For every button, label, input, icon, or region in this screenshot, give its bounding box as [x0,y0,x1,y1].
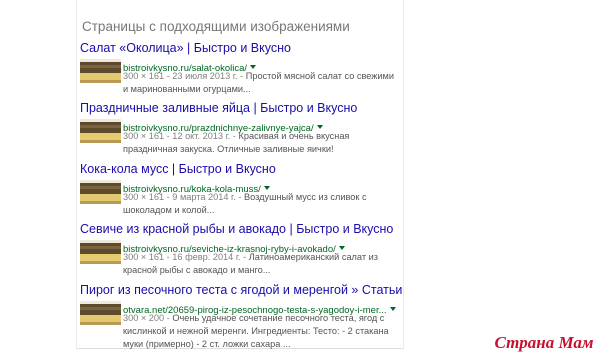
section-title: Страницы с подходящими изображениями [82,19,350,34]
chevron-down-icon[interactable] [316,125,323,129]
chevron-down-icon[interactable] [250,65,257,69]
result-thumbnail[interactable] [80,59,121,83]
result-snippet: 300 × 161 - 12 окт. 2013 г. - Красивая и… [123,130,398,156]
result-url-row: bistroivkysno.ru/prazdnichnye-zalivnye-y… [123,118,323,134]
result-item: Севиче из красной рыбы и авокадо | Быстр… [80,222,402,279]
result-title-link[interactable]: Севиче из красной рыбы и авокадо | Быстр… [80,222,402,237]
result-thumbnail[interactable] [80,180,121,204]
chevron-down-icon[interactable] [263,186,270,190]
result-snippet: 300 × 161 - 9 марта 2014 г. - Воздушный … [123,191,398,217]
result-meta: 300 × 161 - 9 марта 2014 г. - [123,192,242,202]
result-url-row: bistroivkysno.ru/koka-kola-muss/ [123,179,270,195]
result-thumbnail[interactable] [80,119,121,143]
result-snippet: 300 × 161 - 23 июля 2013 г. - Простой мя… [123,70,398,96]
result-snippet: 300 × 200 - Очень удачное сочетание песо… [123,312,398,351]
result-url-row: bistroivkysno.ru/salat-okolica/ [123,58,257,74]
result-title-link[interactable]: Праздничные заливные яйца | Быстро и Вку… [80,101,402,116]
result-title-link[interactable]: Пирог из песочного теста с ягодой и мере… [80,283,402,298]
chevron-down-icon[interactable] [338,246,345,250]
svg-text:Страна Мам: Страна Мам [494,333,593,352]
result-meta: 300 × 161 - 23 июля 2013 г. - [123,71,244,81]
result-snippet: 300 × 161 - 16 февр. 2014 г. - Латиноаме… [123,251,398,277]
result-item: Кока-кола мусс | Быстро и Вкусно bistroi… [80,162,402,219]
result-item: Салат «Околица» | Быстро и Вкусно bistro… [80,41,402,98]
result-thumbnail[interactable] [80,240,121,264]
result-meta: 300 × 200 - [123,313,170,323]
result-item: Пирог из песочного теста с ягодой и мере… [80,283,402,349]
search-results-page: Страницы с подходящими изображениями Сал… [0,0,610,361]
result-thumbnail[interactable] [80,301,121,325]
chevron-down-icon[interactable] [389,307,396,311]
result-url-row: otvara.net/20659-pirog-iz-pesochnogo-tes… [123,300,396,316]
result-meta: 300 × 161 - 12 окт. 2013 г. - [123,131,236,141]
result-title-link[interactable]: Салат «Околица» | Быстро и Вкусно [80,41,402,56]
result-meta: 300 × 161 - 16 февр. 2014 г. - [123,252,247,262]
result-title-link[interactable]: Кока-кола мусс | Быстро и Вкусно [80,162,402,177]
result-item: Праздничные заливные яйца | Быстро и Вку… [80,101,402,158]
strana-mam-logo: Страна Мам Страна Мам [486,330,602,354]
result-url-row: bistroivkysno.ru/seviche-iz-krasnoj-ryby… [123,239,345,255]
